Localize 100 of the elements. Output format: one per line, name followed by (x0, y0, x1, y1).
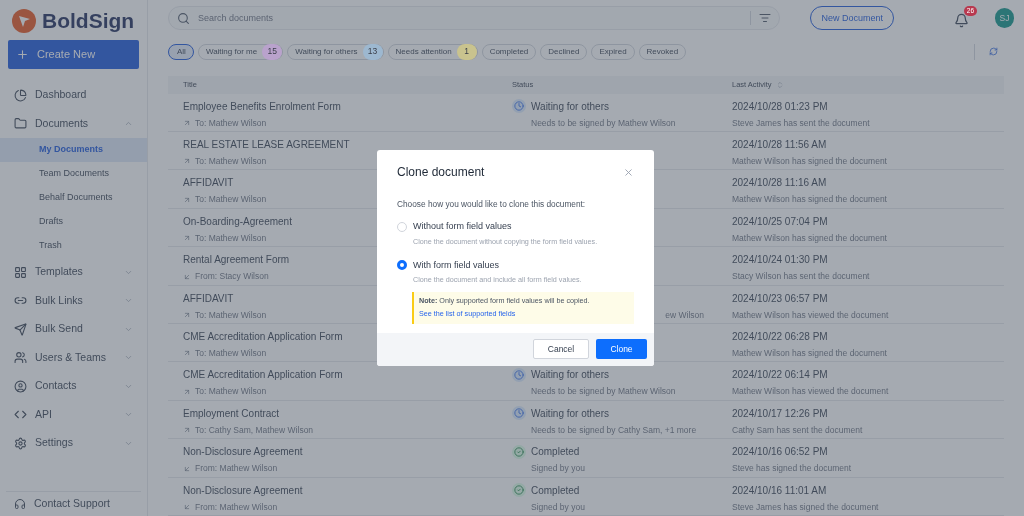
filter-chip[interactable]: Expired (591, 43, 635, 60)
search-icon (177, 12, 190, 25)
logo-text: BoldSign (42, 8, 135, 35)
document-title[interactable]: Non-Disclosure Agreement (183, 444, 512, 460)
filter-icon[interactable] (759, 12, 772, 25)
document-title[interactable]: CME Accreditation Application Form (183, 367, 512, 383)
sort-icon[interactable] (775, 80, 784, 89)
status-label: Completed (531, 445, 580, 460)
sidebar-item[interactable]: Contacts (0, 372, 147, 401)
activity-text: Mathew Wilson has signed the document (732, 155, 887, 168)
status-detail: Needs to be signed by Cathy Sam, +1 more (530, 423, 698, 437)
status-detail: Needs to be signed by Mathew Wilson (530, 385, 677, 399)
sidebar-subitem[interactable]: My Documents (0, 138, 147, 162)
filter-chip[interactable]: Declined (540, 43, 588, 60)
activity-time: 2024/10/24 01:30 PM (732, 253, 829, 268)
sidebar-subitem[interactable]: Behalf Documents (0, 186, 147, 210)
status-label: Waiting for others (531, 406, 609, 421)
activity-time: 2024/10/23 06:57 PM (732, 291, 829, 306)
document-title[interactable]: Employee Benefits Enrolment Form (183, 98, 512, 114)
recipients-text: To: Mathew Wilson (195, 347, 267, 360)
users-icon (14, 351, 27, 365)
arrow-up-right-icon (183, 119, 191, 128)
radio-button[interactable] (397, 260, 407, 271)
activity-time: 2024/10/25 07:04 PM (732, 214, 829, 229)
check-circle-icon (512, 444, 526, 459)
activity-time: 2024/10/16 11:01 AM (732, 483, 828, 498)
search-field[interactable]: Search documents (168, 6, 781, 31)
option-label[interactable]: Without form field values (413, 220, 512, 234)
check-circle-icon (512, 483, 526, 498)
arrow-up-right-icon (183, 349, 191, 358)
contact-icon (14, 379, 27, 393)
status-label: Waiting for others (531, 368, 609, 383)
sidebar-item[interactable]: Dashboard (0, 81, 147, 110)
arrow-up-right-icon (183, 157, 191, 166)
status-detail: Signed by you (530, 462, 586, 475)
recipients-text: To: Cathy Sam, Mathew Wilson (195, 423, 314, 437)
arrow-down-left-icon (183, 464, 191, 473)
arrow-up-right-icon (183, 195, 191, 204)
count-badge: 1 (456, 43, 477, 60)
recipients-text: To: Mathew Wilson (195, 193, 267, 207)
document-title[interactable]: REAL ESTATE LEASE AGREEMENT (183, 137, 512, 153)
document-title[interactable]: Employment Contract (183, 405, 512, 421)
arrow-up-right-icon (183, 311, 191, 320)
activity-text: Mathew Wilson has viewed the document (732, 308, 889, 322)
avatar[interactable]: SJ (995, 8, 1014, 29)
arrow-up-right-icon (183, 426, 191, 435)
plus-icon (16, 48, 29, 61)
contact-support-link[interactable]: Contact Support (34, 495, 110, 512)
filter-chip[interactable]: Waiting for others 13 (287, 43, 384, 60)
document-title[interactable]: Non-Disclosure Agreement (183, 482, 512, 498)
activity-text: Cathy Sam has sent the document (732, 423, 863, 437)
activity-time: 2024/10/22 06:28 PM (732, 330, 829, 345)
activity-text: Mathew Wilson has signed the document (732, 347, 887, 360)
pie-chart-icon (14, 88, 27, 102)
filter-chip[interactable]: All (168, 43, 194, 60)
count-badge: 13 (362, 43, 383, 60)
filter-chip[interactable]: Needs attention 1 (387, 43, 478, 60)
activity-time: 2024/10/28 01:23 PM (732, 99, 829, 114)
grid-icon (14, 265, 27, 279)
activity-time: 2024/10/28 11:16 AM (732, 176, 828, 191)
recipients-text: From: Mathew Wilson (195, 462, 278, 475)
filter-chip[interactable]: Waiting for me 15 (197, 43, 284, 60)
sidebar-item[interactable]: Documents (0, 109, 147, 138)
arrow-up-right-icon (183, 234, 191, 243)
recipients-text: From: Mathew Wilson (195, 500, 278, 514)
sidebar-subitem[interactable]: Team Documents (0, 162, 147, 186)
sidebar-item[interactable]: API (0, 400, 147, 429)
sidebar-item[interactable]: Bulk Links (0, 286, 147, 315)
activity-text: Steve James has signed the document (732, 500, 879, 514)
sidebar-item[interactable]: Bulk Send (0, 315, 147, 344)
filter-chip[interactable]: Revoked (638, 43, 687, 60)
bell-icon[interactable] (954, 13, 970, 29)
status-detail: Needs to be signed by Mathew Wilson (530, 116, 677, 130)
activity-time: 2024/10/16 06:52 PM (732, 445, 829, 460)
recipients-text: To: Mathew Wilson (195, 116, 267, 130)
sidebar-item[interactable]: Templates (0, 258, 147, 287)
arrow-up-right-icon (183, 387, 191, 396)
close-icon[interactable] (623, 166, 634, 178)
activity-time: 2024/10/22 06:14 PM (732, 368, 829, 383)
filter-chip[interactable]: Completed (481, 43, 537, 60)
sidebar-subitem[interactable]: Drafts (0, 210, 147, 234)
sidebar-item[interactable]: Settings (0, 429, 147, 458)
search-input[interactable]: Search documents (198, 11, 743, 26)
headset-icon (14, 497, 26, 510)
clone-button[interactable]: Clone (596, 339, 647, 360)
activity-text: Mathew Wilson has viewed the document (732, 385, 889, 399)
refresh-icon[interactable] (989, 47, 998, 57)
option-label[interactable]: With form field values (413, 258, 500, 273)
clock-icon (512, 99, 526, 114)
count-badge: 15 (262, 43, 283, 60)
dialog-prompt: Choose how you would like to clone this document: (396, 198, 587, 211)
sidebar-item[interactable]: Users & Teams (0, 343, 147, 372)
status-detail: Signed by you (530, 500, 586, 514)
create-new-button[interactable]: Create New (8, 40, 139, 69)
status-label: Waiting for others (531, 99, 609, 114)
activity-text: Mathew Wilson has signed the document (732, 193, 887, 207)
sidebar-subitem[interactable]: Trash (0, 234, 147, 258)
status-label: Completed (531, 483, 580, 498)
recipients-text: To: Mathew Wilson (195, 385, 267, 399)
cancel-button[interactable]: Cancel (533, 339, 589, 360)
